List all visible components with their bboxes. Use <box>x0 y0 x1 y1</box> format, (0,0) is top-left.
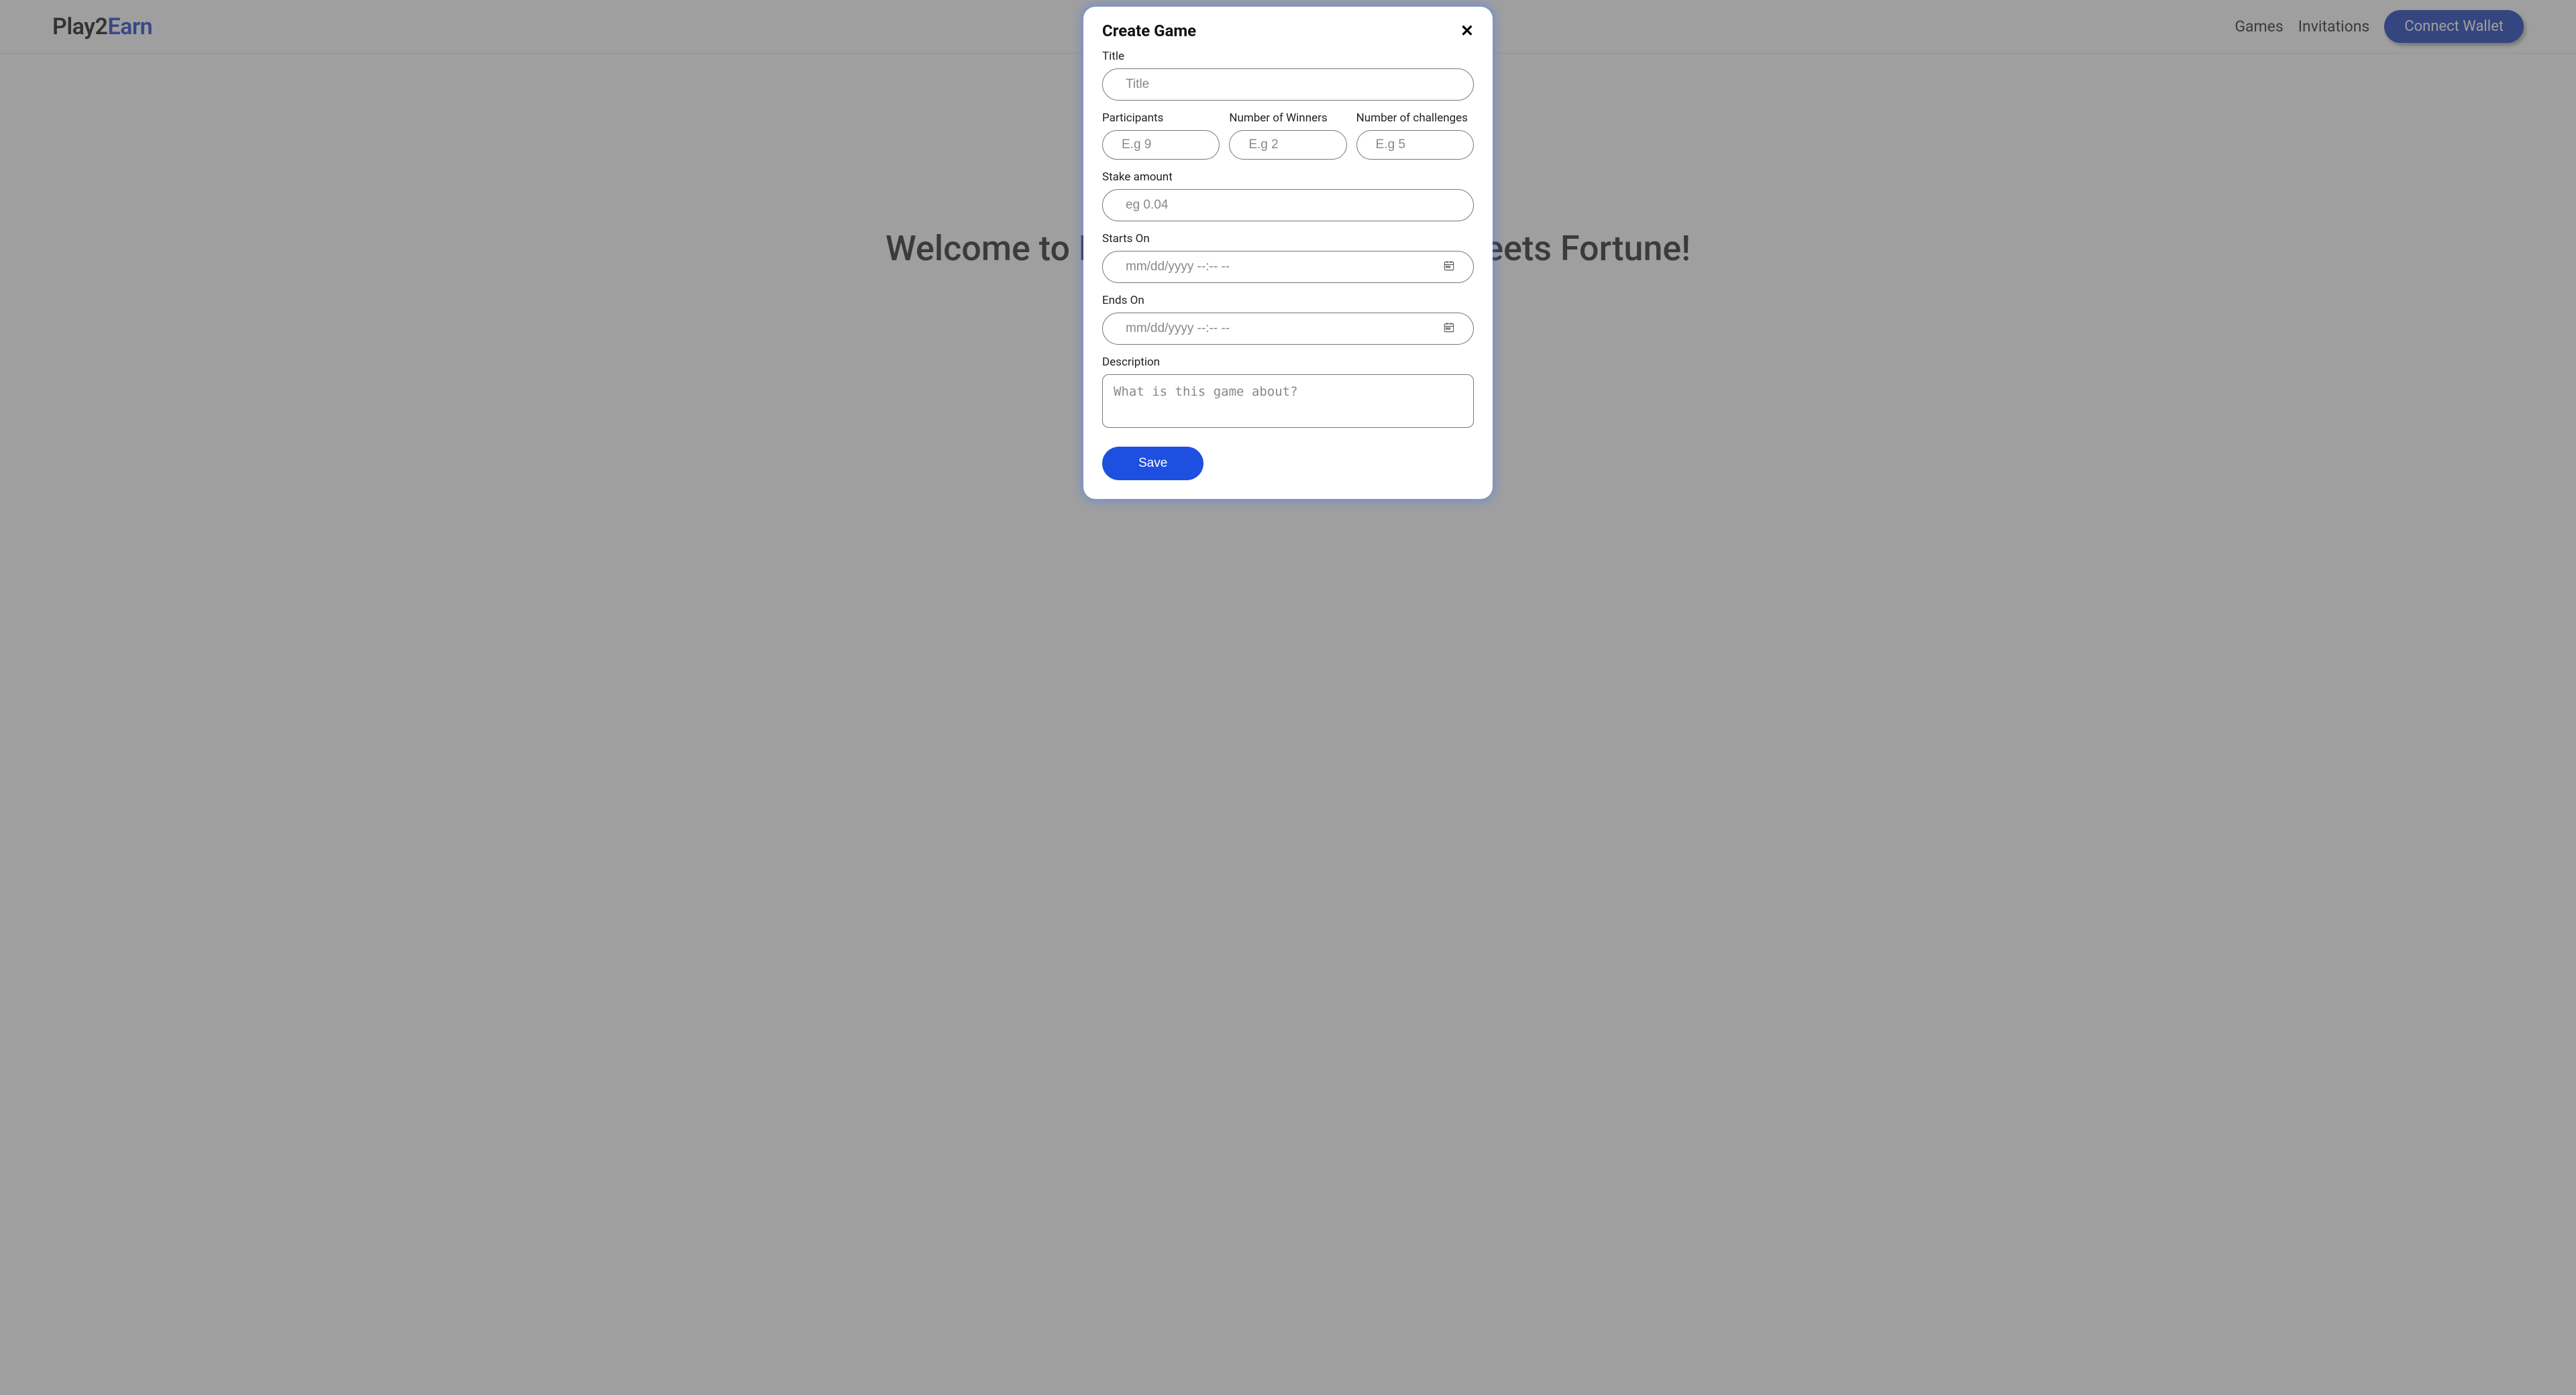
field-title: Title <box>1102 50 1474 101</box>
winners-label: Number of Winners <box>1229 111 1346 125</box>
create-game-modal: Create Game ✕ Title Participants Number … <box>1083 7 1493 499</box>
field-participants: Participants <box>1102 111 1220 160</box>
participants-input[interactable] <box>1102 130 1220 160</box>
save-button[interactable]: Save <box>1102 447 1203 480</box>
field-stake: Stake amount <box>1102 170 1474 221</box>
field-description: Description <box>1102 355 1474 431</box>
description-textarea[interactable] <box>1102 374 1474 428</box>
row-participants-winners-challenges: Participants Number of Winners Number of… <box>1102 111 1474 160</box>
field-challenges: Number of challenges <box>1356 111 1474 160</box>
modal-title: Create Game <box>1102 21 1196 40</box>
participants-label: Participants <box>1102 111 1220 125</box>
ends-on-input[interactable] <box>1102 313 1474 345</box>
field-starts-on: Starts On <box>1102 232 1474 283</box>
starts-on-input[interactable] <box>1102 251 1474 283</box>
title-label: Title <box>1102 50 1474 63</box>
close-icon[interactable]: ✕ <box>1460 23 1474 39</box>
challenges-label: Number of challenges <box>1356 111 1474 125</box>
winners-input[interactable] <box>1229 130 1346 160</box>
starts-on-label: Starts On <box>1102 232 1474 245</box>
ends-on-label: Ends On <box>1102 294 1474 307</box>
stake-input[interactable] <box>1102 189 1474 221</box>
modal-overlay[interactable]: Create Game ✕ Title Participants Number … <box>0 0 2576 1395</box>
title-input[interactable] <box>1102 68 1474 101</box>
stake-label: Stake amount <box>1102 170 1474 184</box>
field-winners: Number of Winners <box>1229 111 1346 160</box>
modal-header: Create Game ✕ <box>1102 21 1474 40</box>
challenges-input[interactable] <box>1356 130 1474 160</box>
field-ends-on: Ends On <box>1102 294 1474 345</box>
description-label: Description <box>1102 355 1474 369</box>
